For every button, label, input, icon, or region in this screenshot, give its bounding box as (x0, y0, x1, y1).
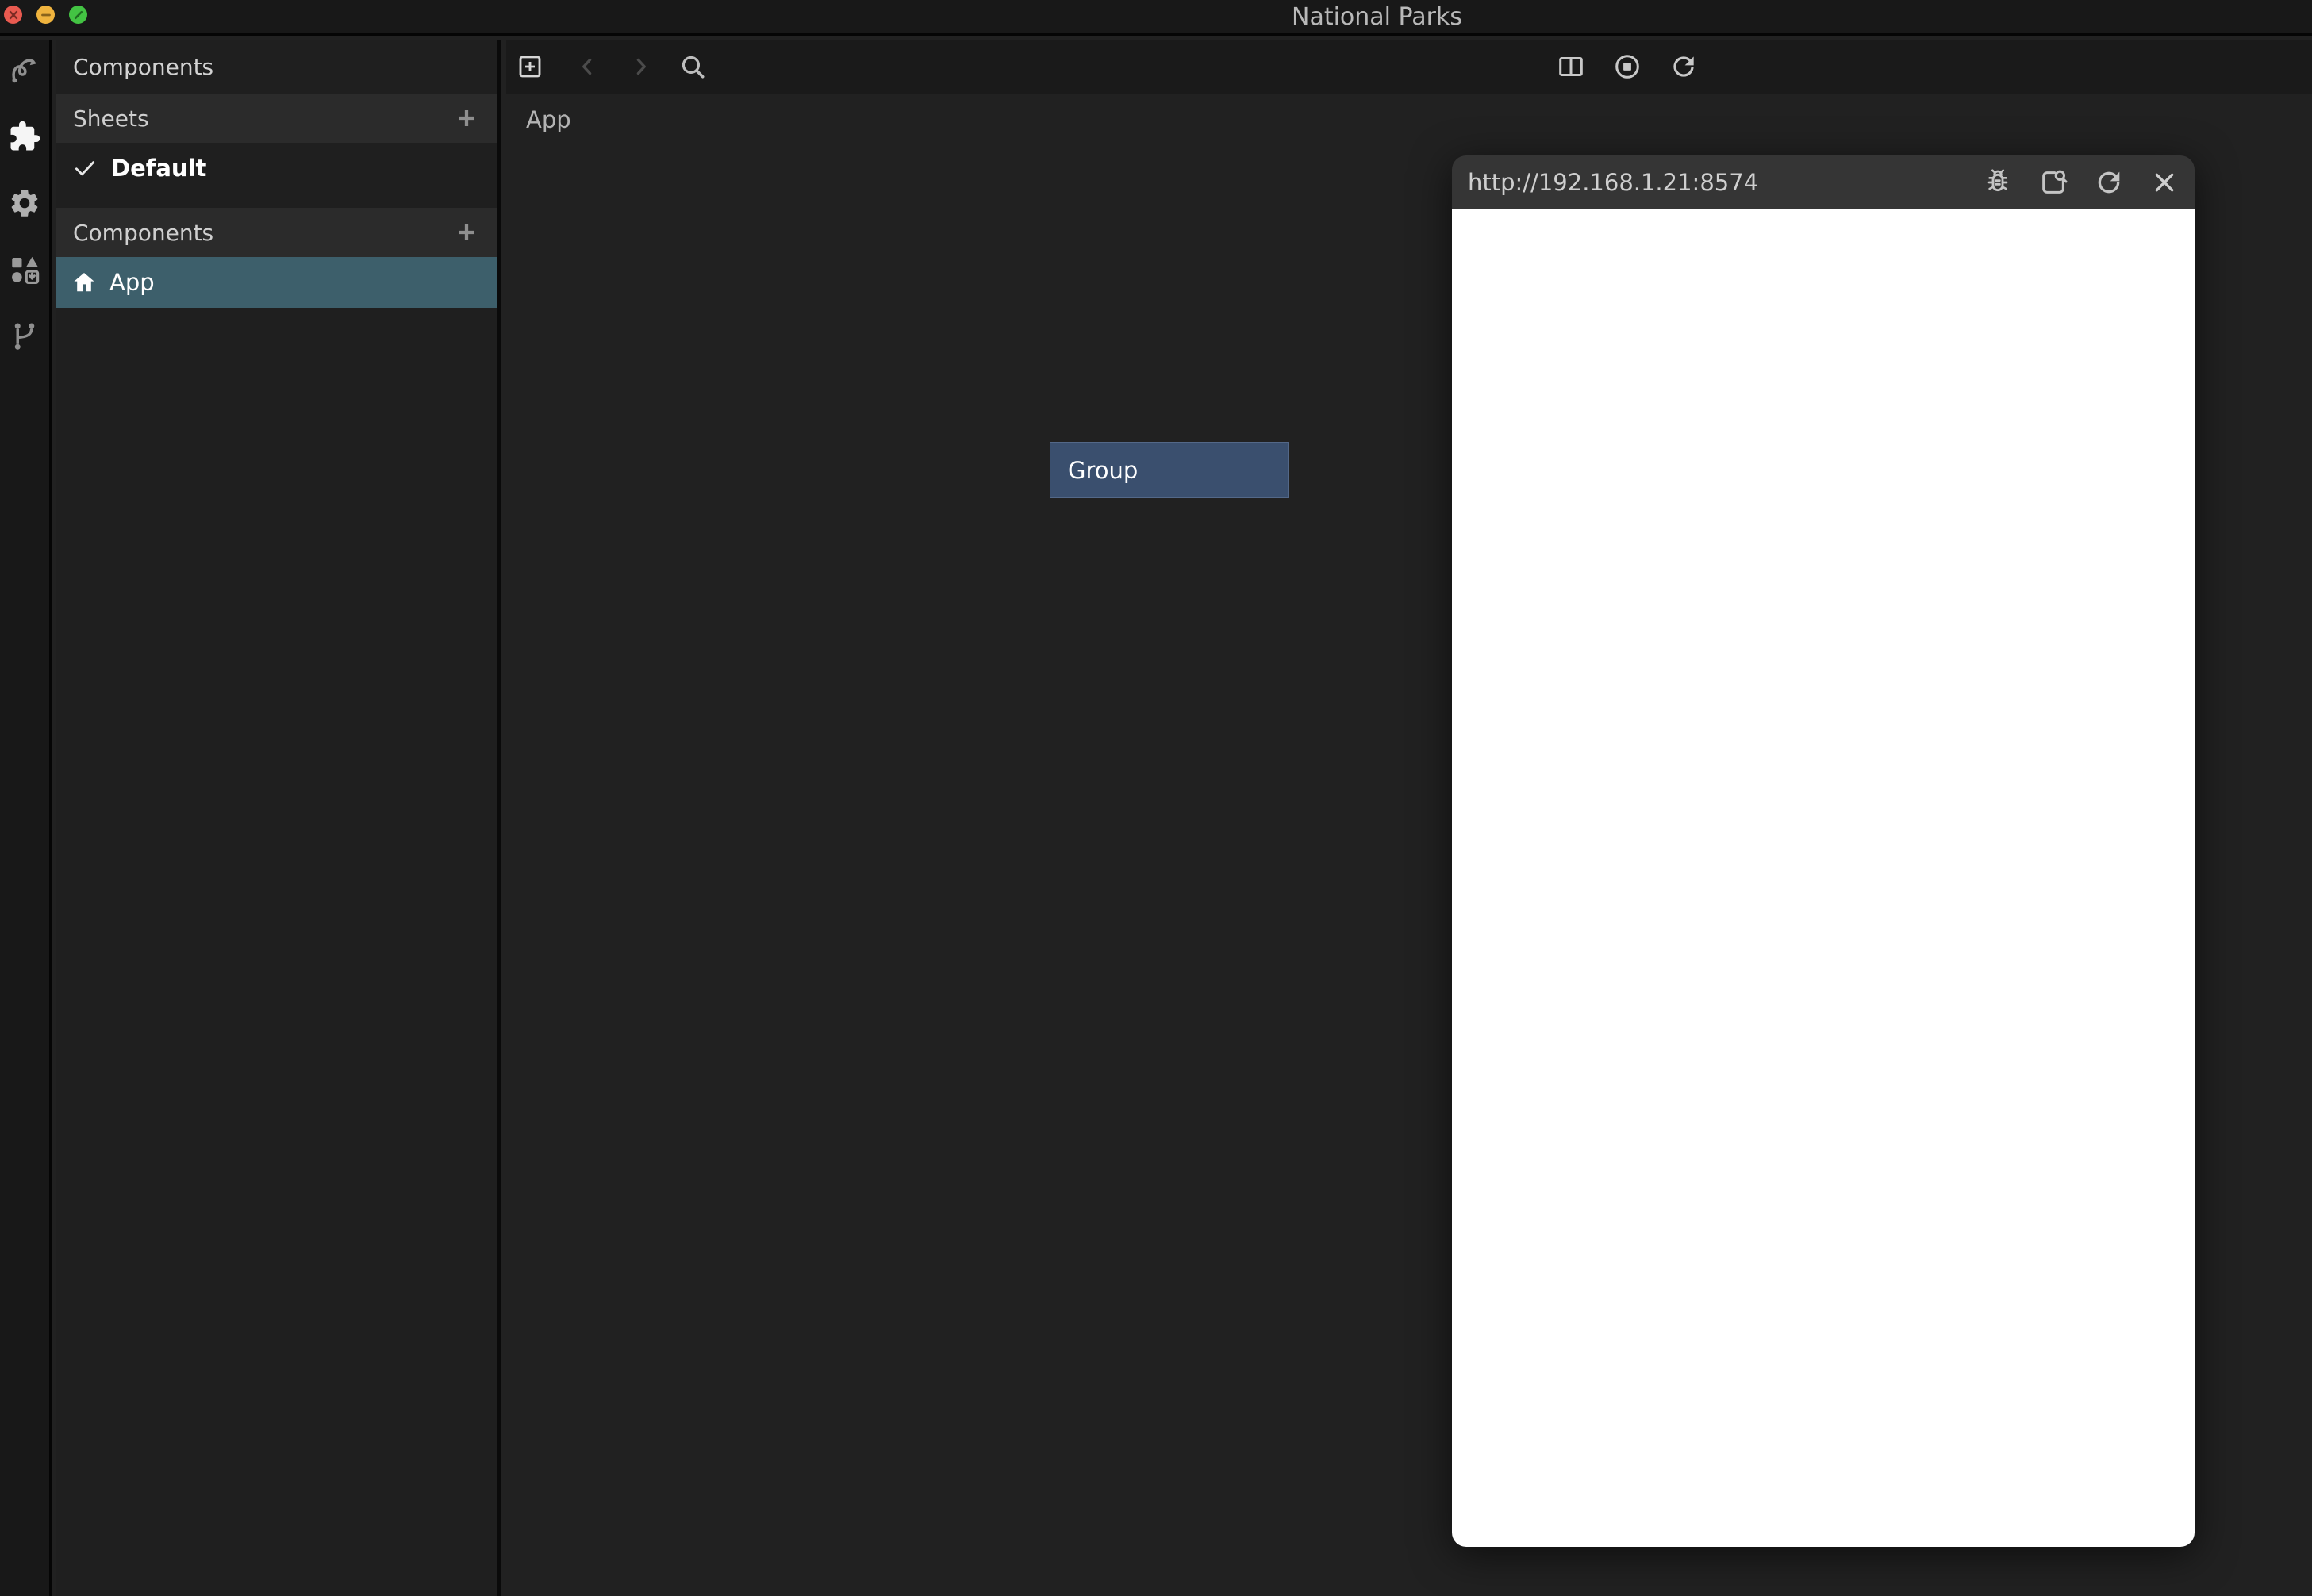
sheets-section-header: Sheets (56, 94, 497, 143)
search-button[interactable] (675, 49, 710, 84)
titlebar: National Parks (0, 0, 2312, 36)
debug-button[interactable] (1980, 165, 2015, 200)
close-icon (2149, 167, 2180, 198)
maximize-icon (73, 10, 84, 21)
component-item-label: App (109, 269, 155, 296)
forward-chevron-icon (628, 53, 655, 80)
minimize-icon (40, 10, 52, 21)
canvas-toolbar (506, 40, 2312, 94)
settings-gear-icon (8, 186, 41, 220)
components-section-header: Components (56, 208, 497, 257)
flow-icon (8, 53, 41, 86)
add-component-button[interactable] (451, 217, 482, 248)
minimize-window-button[interactable] (36, 6, 55, 24)
check-icon (71, 155, 98, 182)
component-item-app[interactable]: App (56, 257, 497, 308)
app-window: National Parks (0, 0, 2312, 1596)
reload-icon (2093, 167, 2125, 198)
stop-icon (1612, 52, 1642, 82)
forward-button[interactable] (624, 49, 659, 84)
inspect-button[interactable] (2036, 165, 2071, 200)
sheet-item-default[interactable]: Default (56, 143, 497, 194)
debug-bug-icon (1982, 167, 2014, 198)
rail-settings-button[interactable] (7, 186, 42, 221)
preview-window: http://192.168.1.21:8574 (1452, 155, 2195, 1547)
sidebar: Components Sheets Default Components App (56, 40, 501, 1596)
close-window-button[interactable] (4, 6, 22, 24)
inspect-window-icon (2037, 167, 2069, 198)
plus-icon (454, 106, 479, 131)
plus-icon (454, 220, 479, 245)
window-title: National Parks (1292, 0, 1462, 33)
maximize-window-button[interactable] (69, 6, 87, 24)
activity-bar (0, 40, 52, 1596)
sheets-section-label: Sheets (73, 106, 149, 132)
sheet-item-label: Default (111, 155, 206, 182)
reload-canvas-button[interactable] (1666, 49, 1701, 84)
home-icon (71, 270, 97, 295)
rail-git-button[interactable] (7, 319, 42, 354)
split-view-icon (1556, 52, 1586, 82)
components-section-label: Components (73, 220, 213, 246)
git-branch-icon (8, 320, 41, 353)
split-view-button[interactable] (1553, 49, 1588, 84)
reload-icon (1669, 52, 1699, 82)
breadcrumb[interactable]: App (526, 106, 571, 133)
stop-button[interactable] (1610, 49, 1645, 84)
preview-url-field[interactable]: http://192.168.1.21:8574 (1468, 169, 1980, 196)
preview-header-icons (1980, 165, 2182, 200)
search-icon (678, 52, 708, 82)
back-button[interactable] (570, 49, 605, 84)
group-element[interactable]: Group (1050, 442, 1289, 498)
widgets-import-icon (8, 253, 41, 286)
rail-flow-button[interactable] (7, 52, 42, 87)
reload-preview-button[interactable] (2091, 165, 2126, 200)
add-frame-button[interactable] (513, 49, 547, 84)
components-puzzle-icon (8, 120, 41, 153)
rail-components-button[interactable] (7, 119, 42, 154)
back-chevron-icon (574, 53, 601, 80)
close-preview-button[interactable] (2147, 165, 2182, 200)
add-sheet-button[interactable] (451, 102, 482, 134)
preview-viewport[interactable] (1452, 209, 2195, 1547)
add-frame-icon (516, 52, 544, 81)
window-controls (4, 6, 87, 24)
close-icon (8, 10, 19, 21)
group-element-label: Group (1068, 457, 1138, 484)
sidebar-spacer (56, 194, 497, 208)
preview-header: http://192.168.1.21:8574 (1452, 155, 2195, 209)
rail-widgets-button[interactable] (7, 252, 42, 287)
sidebar-panel-title: Components (56, 40, 497, 94)
